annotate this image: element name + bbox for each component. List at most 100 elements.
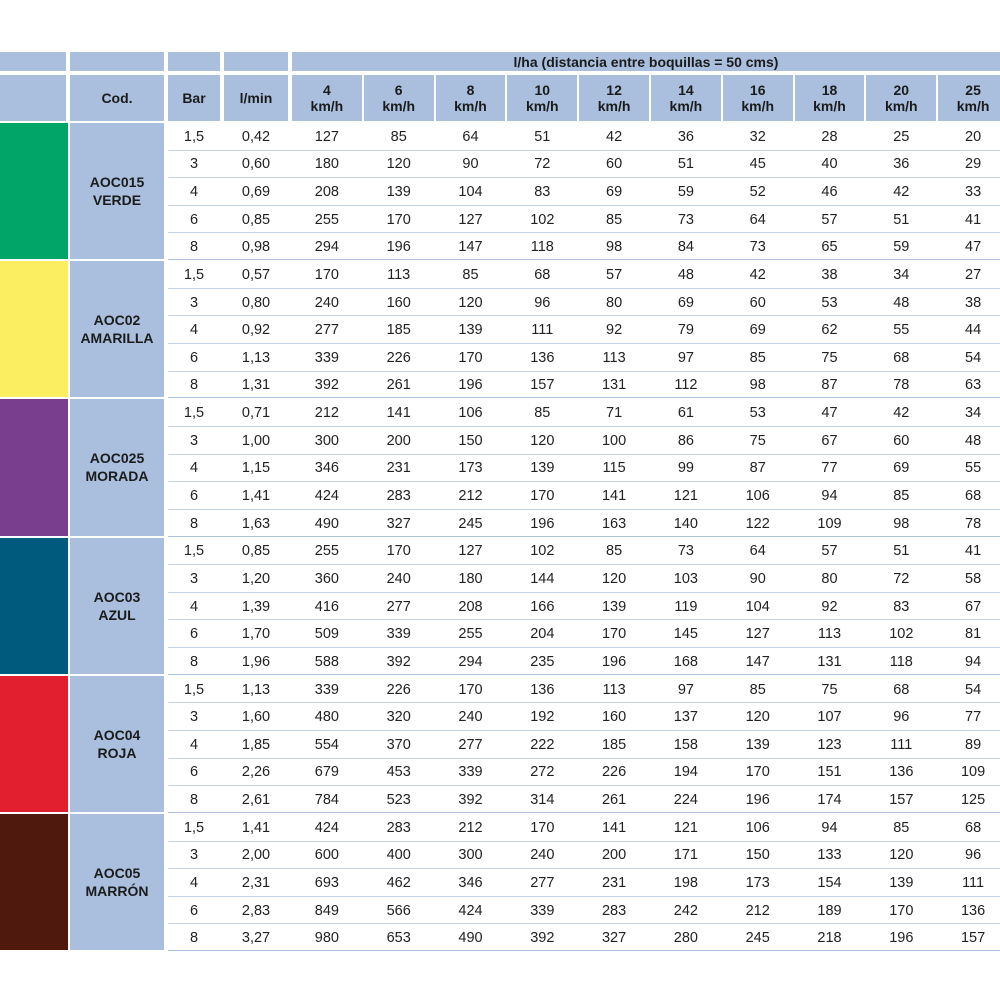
header-speed-3: 10 km/h [507,75,578,121]
table-cell: 0,85 [241,211,271,228]
table-cell: 139 [745,736,770,753]
header-bar: Bar [168,75,220,121]
table-cell: 2,26 [241,764,271,781]
table-cell: 8 [189,239,199,256]
color-swatch [0,399,68,536]
table-cell: 180 [458,570,483,587]
group-divider [168,259,1000,261]
table-cell: 102 [530,543,555,560]
table-cell: 2,61 [241,791,271,808]
table-cell: 300 [458,847,483,864]
table-cell: 226 [386,349,411,366]
table-cell: 104 [745,598,770,615]
table-cell: 73 [677,543,694,560]
table-cell: 47 [821,405,838,422]
table-cell: 170 [314,266,339,283]
table-cell: 200 [601,847,627,864]
table-cell: 0,71 [241,405,271,422]
table-cell: 87 [821,377,838,394]
table-cell: 1,5 [183,543,205,560]
table-cell: 185 [601,736,627,753]
header-speed-0: 4 km/h [292,75,362,121]
table-cell: 0,85 [241,543,271,560]
table-cell: 566 [386,902,411,919]
table-cell: 85 [893,819,910,836]
table-cell: 261 [386,377,411,394]
table-cell: 173 [745,874,770,891]
table-cell: 51 [677,156,694,173]
header-title: l/ha (distancia entre boquillas = 50 cms… [292,52,1000,71]
table-cell: 157 [889,791,914,808]
table-cell: 196 [745,791,770,808]
color-swatch [0,814,68,951]
table-cell: 139 [889,874,914,891]
table-cell: 68 [893,349,910,366]
table-cell: 170 [386,543,411,560]
table-cell: 75 [821,681,838,698]
table-cell: 125 [960,791,986,808]
table-cell: 79 [677,322,694,339]
table-cell: 208 [314,183,339,200]
table-cell: 83 [893,598,910,615]
table-cell: 59 [677,183,694,200]
table-cell: 163 [601,515,627,532]
table-cell: 192 [530,709,555,726]
table-cell: 94 [821,487,838,504]
table-cell: 112 [674,377,698,394]
table-cell: 68 [893,681,910,698]
table-cell: 1,63 [241,515,271,532]
table-cell: 147 [458,239,483,256]
table-cell: 120 [889,847,914,864]
table-cell: 58 [965,570,982,587]
table-cell: 224 [673,791,698,808]
table-cell: 0,92 [241,322,271,339]
table-cell: 170 [458,349,483,366]
table-cell: 100 [601,432,627,449]
table-cell: 60 [606,156,623,173]
table-cell: 4 [189,598,199,615]
table-cell: 6 [189,764,199,781]
table-cell: 196 [458,377,483,394]
table-cell: 96 [893,709,910,726]
table-cell: 57 [821,211,838,228]
table-cell: 6 [189,211,199,228]
table-cell: 212 [458,487,483,504]
table-cell: 20 [965,128,982,145]
table-cell: 1,41 [241,819,271,836]
table-cell: 1,13 [241,681,271,698]
header-speed-6: 16 km/h [722,75,793,121]
table-cell: 80 [606,294,623,311]
table-cell: 92 [821,598,838,615]
table-cell: 42 [893,405,910,422]
table-cell: 102 [530,211,555,228]
table-cell: 1,31 [241,377,271,394]
nozzle-code-id: AOC015 [89,174,145,191]
table-cell: 69 [677,294,694,311]
table-cell: 96 [965,847,982,864]
table-cell: 240 [386,570,411,587]
table-cell: 314 [530,791,555,808]
table-cell: 6 [189,626,199,643]
table-cell: 6 [189,487,199,504]
table-cell: 600 [314,847,339,864]
table-cell: 68 [965,819,982,836]
table-cell: 490 [314,515,339,532]
table-cell: 277 [458,736,483,753]
table-cell: 106 [745,819,770,836]
table-cell: 54 [965,681,982,698]
nozzle-color-name: ROJA [97,744,137,761]
nozzle-color-name: MORADA [85,468,149,485]
table-cell: 370 [386,736,411,753]
group-divider [168,673,1000,675]
header-speed-7: 18 km/h [794,75,865,121]
header-speed-unit: km/h [741,98,775,114]
table-cell: 69 [893,460,910,477]
table-cell: 283 [601,902,627,919]
table-cell: 63 [965,377,982,394]
table-cell: 127 [458,211,483,228]
table-cell: 1,00 [241,432,271,449]
nozzle-code: AOC02 AMARILLA [70,261,164,398]
table-cell: 54 [965,349,982,366]
table-cell: 127 [458,543,483,560]
header-speed-1: 6 km/h [363,75,434,121]
